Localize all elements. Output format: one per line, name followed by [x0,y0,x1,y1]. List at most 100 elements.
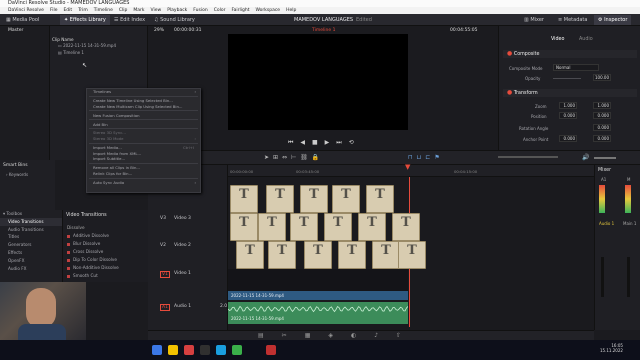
toolbox-item-generators[interactable]: Generators [0,241,62,249]
transform-section[interactable]: ● Transform [503,89,637,97]
menu-item-workspace[interactable]: Workspace [255,7,280,14]
context-menu-item[interactable]: Relink Clips for Bin... [87,171,200,177]
title-clip[interactable]: T [258,213,286,241]
volume-slider[interactable] [594,157,616,159]
menu-item-timeline[interactable]: Timeline [94,7,113,14]
smart-bin-keywords[interactable]: › Keywords [0,171,55,178]
transition-item[interactable]: Smooth Cut [63,272,148,280]
timeline-name[interactable]: Timeline 1 [312,28,335,33]
title-clip[interactable]: T [372,241,400,269]
track-header-v1[interactable]: V1 Video 1 [148,269,228,299]
track-header-v3[interactable]: V3 Video 3 [148,213,228,241]
app-icon[interactable] [216,345,226,355]
menu-item-clip[interactable]: Clip [119,7,128,14]
windows-start-icon[interactable] [152,345,162,355]
transition-item[interactable]: Additive Dissolve [63,232,148,240]
fader-main[interactable] [627,257,630,297]
tab-video[interactable]: Video [551,37,564,42]
column-header-clip-name[interactable]: Clip Name [52,37,74,42]
menu-item-fairlight[interactable]: Fairlight [231,7,249,14]
title-clip[interactable]: T [236,241,264,269]
title-clip[interactable]: T [290,213,318,241]
title-clip[interactable]: T [324,213,352,241]
edit-tools[interactable]: ➤⊞⇔⊢⛓🔒 [264,154,323,161]
playhead-icon[interactable]: ▼ [405,163,410,171]
menu-item-fusion[interactable]: Fusion [193,7,207,14]
position-y-field[interactable]: 0.000 [593,112,611,119]
menu-item-trim[interactable]: Trim [78,7,88,14]
zoom-x-field[interactable]: 1.000 [559,102,577,109]
menu-item-file[interactable]: File [50,7,58,14]
edit-index-button[interactable]: ☰ Edit Index [110,15,149,25]
transition-item[interactable]: Cross Dissolve [63,248,148,256]
context-menu-item[interactable]: Import Subtitle... [87,156,200,162]
menu-item-mark[interactable]: Mark [133,7,144,14]
rotation-field[interactable]: 0.000 [593,124,611,131]
composite-section[interactable]: ● Composite [503,50,637,58]
context-menu-item[interactable]: Add Bin [87,122,200,128]
tab-audio[interactable]: Audio [579,37,593,42]
title-clip[interactable]: T [338,241,366,269]
position-x-field[interactable]: 0.000 [559,112,577,119]
transition-item[interactable]: Dip To Color Dissolve [63,256,148,264]
zoom-level[interactable]: 29% [154,28,164,33]
metadata-button[interactable]: ≡ Metadata [554,15,591,25]
inspector-button[interactable]: ⚙ Inspector [594,15,632,25]
video-clip[interactable]: 2022-11-15 14-31-59.mp4 [228,291,408,300]
title-clip[interactable]: T [268,241,296,269]
toolbox-item-titles[interactable]: Titles [0,233,62,241]
audio-clip[interactable]: 2022-11-15 14-31-59.mp4 [228,302,408,324]
title-clip[interactable]: T [304,241,332,269]
title-clip[interactable]: T [230,185,258,213]
volume-icon[interactable]: 🔊 [582,154,589,161]
media-clip[interactable]: ▭ 2022-11-15 14-31-59.mp4 [58,43,116,48]
viewer-screen[interactable] [228,34,408,130]
app-icon[interactable] [184,345,194,355]
timeline-area[interactable]: 00:00:00:00 00:03:45:00 00:04:15:00 ▼ TT… [228,163,594,330]
toolbox-item-effects[interactable]: Effects [0,249,62,257]
explorer-icon[interactable] [168,345,178,355]
title-clip[interactable]: T [332,185,360,213]
toolbox-item-audio-transitions[interactable]: Audio Transitions [0,226,62,234]
timeline-ruler[interactable]: 00:00:00:00 00:03:45:00 00:04:15:00 ▼ [228,163,594,177]
effects-library-button[interactable]: ✦ Effects Library [60,15,110,25]
title-clip[interactable]: T [266,185,294,213]
transition-item[interactable]: Blur Dissolve [63,240,148,248]
fader-a1[interactable] [601,257,604,297]
playback-buttons[interactable]: ⏮◀■▶⏭⟲ [288,139,361,147]
anchor-x-field[interactable]: 0.000 [559,135,577,142]
menu-item-davinci-resolve[interactable]: DaVinci Resolve [8,7,44,14]
media-pool-button[interactable]: ▦ Media Pool [2,15,43,25]
track-header-a1[interactable]: A1 Audio 1 2.0 [148,302,228,328]
title-clip[interactable]: T [300,185,328,213]
track-header-v2[interactable]: V2 Video 2 [148,241,228,269]
bus-audio1[interactable]: Audio 1 [599,221,614,226]
toolbox-item-openfx[interactable]: OpenFX [0,257,62,265]
zoom-y-field[interactable]: 1.000 [593,102,611,109]
page-icons[interactable]: ▤✂▦◈◐♪⇧ [258,332,419,339]
title-clip[interactable]: T [398,241,426,269]
toolbox-item-audio-fx[interactable]: Audio FX [0,265,62,273]
menu-item-view[interactable]: View [151,7,162,14]
title-clip[interactable]: T [230,213,258,241]
toolbox-item-video-transitions[interactable]: Video Transitions [0,217,62,226]
menu-item-color[interactable]: Color [214,7,226,14]
composite-mode-select[interactable]: Normal [553,64,599,71]
bin-master[interactable]: Master [0,26,49,35]
sound-library-button[interactable]: ♫ Sound Library [150,15,199,25]
transition-item[interactable]: Non-Additive Dissolve [63,264,148,272]
title-clip[interactable]: T [358,213,386,241]
context-menu-item[interactable]: Timelines › [87,89,200,95]
context-menu-item[interactable]: Auto Sync Audio › [87,180,200,186]
title-clip[interactable]: T [366,185,394,213]
anchor-y-field[interactable]: 0.000 [593,135,611,142]
context-menu-item[interactable]: Create New Multicam Clip Using Selected … [87,104,200,110]
opacity-field[interactable]: 100.00 [593,74,611,81]
toolbox-item-toolbox[interactable]: ▾ Toolbox [0,210,62,218]
menu-item-playback[interactable]: Playback [167,7,187,14]
menu-item-help[interactable]: Help [286,7,296,14]
title-clip[interactable]: T [392,213,420,241]
opacity-slider[interactable] [553,78,581,79]
context-menu-item[interactable]: New Fusion Composition [87,113,200,119]
snap-tools[interactable]: ⊓⊔⊏⚑ [408,154,444,161]
